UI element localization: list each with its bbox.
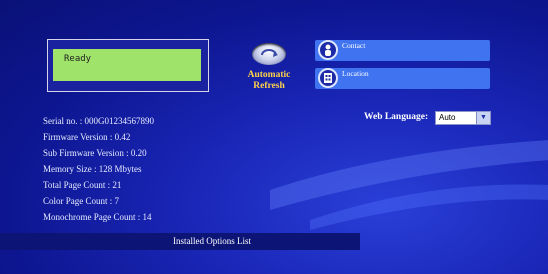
location-building-icon[interactable]	[318, 68, 338, 88]
location-link[interactable]: Location	[342, 69, 369, 78]
contact-link[interactable]: Contact	[342, 41, 365, 50]
web-language-label: Web Language:	[364, 112, 429, 122]
web-language-value: Auto	[439, 113, 456, 122]
firmware-version: Firmware Version : 0.42	[43, 132, 131, 142]
serial-number: Serial no. : 000G01234567890	[43, 116, 154, 126]
chevron-down-icon[interactable]: ▼	[476, 112, 490, 124]
automatic-refresh-button[interactable]: Automatic Refresh	[242, 43, 296, 98]
contact-person-icon[interactable]	[318, 40, 338, 60]
status-text: Ready	[64, 54, 92, 64]
status-display: Ready	[53, 49, 201, 81]
refresh-icon	[252, 43, 286, 65]
memory-size: Memory Size : 128 Mbytes	[43, 164, 142, 174]
web-language-select[interactable]: Auto ▼	[435, 111, 491, 125]
status-panel: Ready	[47, 39, 209, 92]
installed-options-link[interactable]: Installed Options List	[173, 236, 251, 246]
sub-firmware-version: Sub Firmware Version : 0.20	[43, 148, 147, 158]
monochrome-page-count: Monochrome Page Count : 14	[43, 212, 152, 222]
background-swoosh	[270, 140, 548, 230]
refresh-label: Automatic Refresh	[247, 70, 291, 91]
color-page-count: Color Page Count : 7	[43, 196, 119, 206]
device-info-list: Serial no. : 000G01234567890 Firmware Ve…	[43, 113, 154, 225]
total-page-count: Total Page Count : 21	[43, 180, 122, 190]
